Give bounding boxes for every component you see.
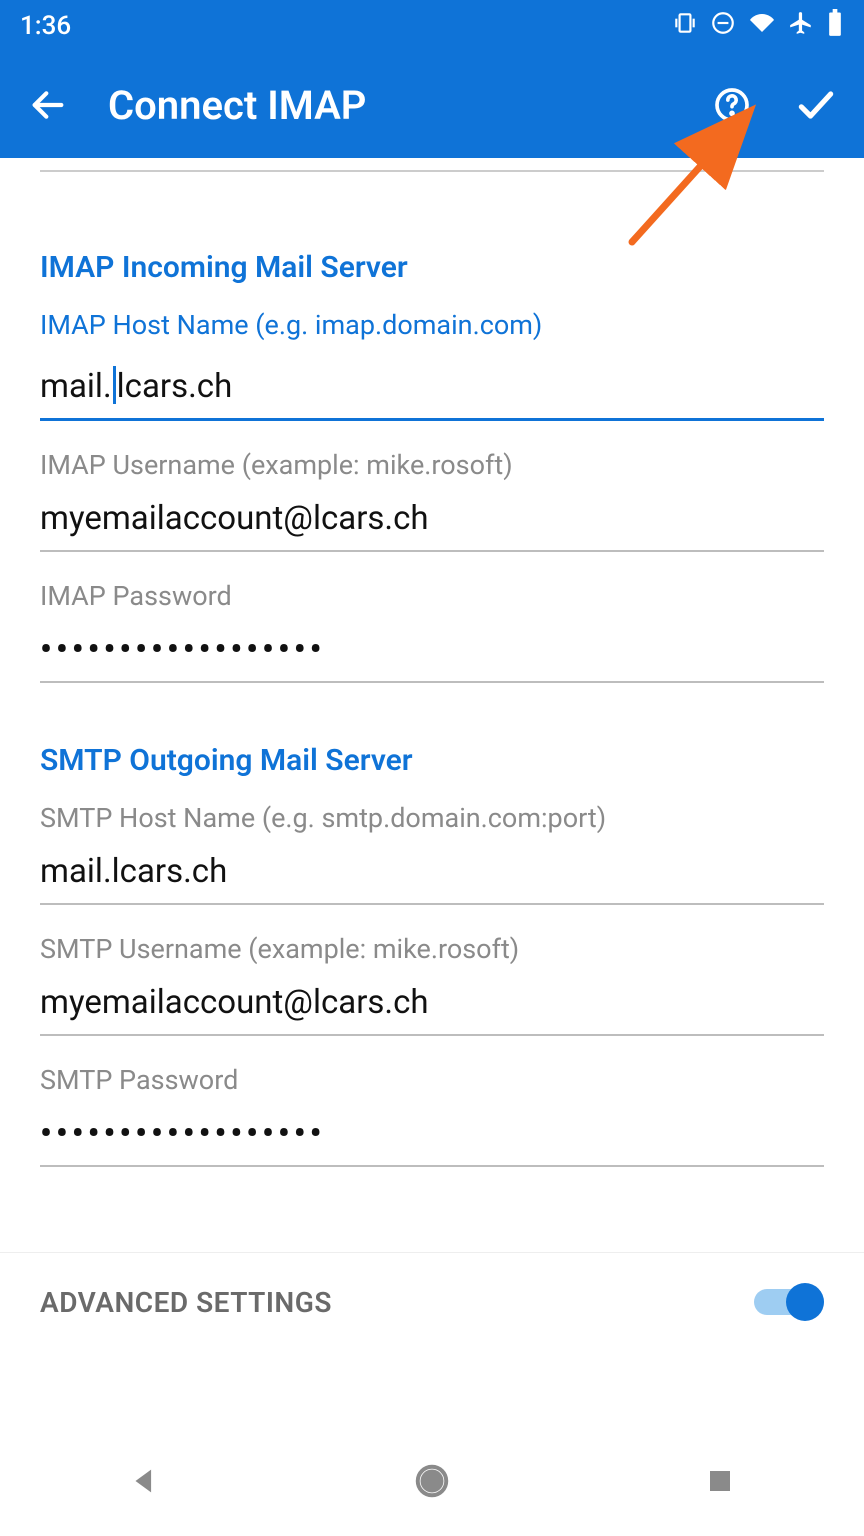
form-content: IMAP Incoming Mail Server IMAP Host Name…	[0, 170, 864, 1167]
smtp-host-label: SMTP Host Name (e.g. smtp.domain.com:por…	[40, 802, 824, 834]
smtp-username-field[interactable]: SMTP Username (example: mike.rosoft)	[40, 933, 824, 1036]
system-nav-bar	[0, 1426, 864, 1536]
nav-recent-button[interactable]	[698, 1459, 742, 1503]
nav-back-button[interactable]	[122, 1459, 166, 1503]
text-cursor	[113, 366, 116, 404]
imap-username-label: IMAP Username (example: mike.rosoft)	[40, 449, 824, 481]
imap-host-field[interactable]: IMAP Host Name (e.g. imap.domain.com) ma…	[40, 309, 824, 421]
smtp-password-field[interactable]: SMTP Password ••••••••••••••••••	[40, 1064, 824, 1167]
imap-password-label: IMAP Password	[40, 580, 824, 612]
toggle-thumb	[786, 1283, 824, 1321]
imap-username-input[interactable]	[40, 491, 824, 552]
confirm-button[interactable]	[792, 81, 840, 129]
smtp-password-label: SMTP Password	[40, 1064, 824, 1096]
smtp-username-input[interactable]	[40, 975, 824, 1036]
smtp-password-input[interactable]: ••••••••••••••••••	[40, 1106, 824, 1167]
imap-username-field[interactable]: IMAP Username (example: mike.rosoft)	[40, 449, 824, 552]
advanced-settings-toggle[interactable]	[754, 1283, 824, 1321]
imap-password-input[interactable]: ••••••••••••••••••	[40, 622, 824, 683]
vibrate-icon	[672, 10, 698, 43]
back-button[interactable]	[24, 81, 72, 129]
airplane-icon	[788, 10, 814, 43]
advanced-settings-label: ADVANCED SETTINGS	[40, 1286, 332, 1319]
imap-host-input[interactable]: mail.lcars.ch	[40, 351, 824, 421]
status-time: 1:36	[20, 11, 71, 41]
app-bar: Connect IMAP	[0, 52, 864, 158]
status-bar: 1:36	[0, 0, 864, 52]
nav-home-button[interactable]	[410, 1459, 454, 1503]
imap-host-label: IMAP Host Name (e.g. imap.domain.com)	[40, 309, 824, 341]
advanced-settings-row[interactable]: ADVANCED SETTINGS	[0, 1252, 864, 1351]
status-icons	[672, 9, 844, 44]
imap-password-field[interactable]: IMAP Password ••••••••••••••••••	[40, 580, 824, 683]
imap-section-title: IMAP Incoming Mail Server	[40, 250, 824, 285]
help-button[interactable]	[708, 81, 756, 129]
smtp-host-field[interactable]: SMTP Host Name (e.g. smtp.domain.com:por…	[40, 802, 824, 905]
battery-icon	[826, 9, 844, 44]
dnd-icon	[710, 10, 736, 43]
wifi-icon	[748, 11, 776, 42]
smtp-section-title: SMTP Outgoing Mail Server	[40, 743, 824, 778]
top-separator	[40, 170, 824, 172]
page-title: Connect IMAP	[108, 82, 672, 129]
smtp-host-input[interactable]	[40, 844, 824, 905]
smtp-username-label: SMTP Username (example: mike.rosoft)	[40, 933, 824, 965]
